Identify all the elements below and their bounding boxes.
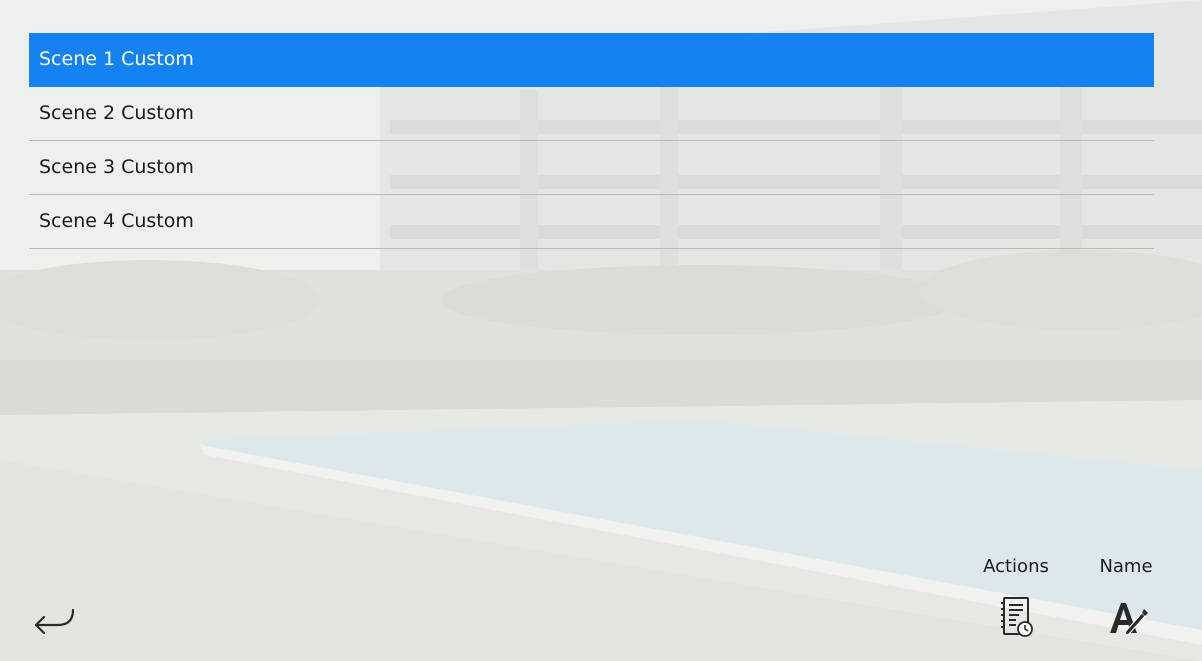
scene-item-4[interactable]: Scene 4 Custom bbox=[29, 195, 1154, 249]
schedule-list-icon bbox=[1001, 597, 1033, 637]
name-label: Name bbox=[1099, 556, 1153, 577]
rename-pencil-icon bbox=[1110, 603, 1148, 636]
return-arrow-icon bbox=[34, 608, 75, 635]
scene-settings-screen: Scene 1 Custom Scene 2 Custom Scene 3 Cu… bbox=[0, 0, 1202, 661]
scene-item-1[interactable]: Scene 1 Custom bbox=[29, 33, 1154, 87]
name-button[interactable]: Name bbox=[1081, 553, 1171, 639]
scene-item-3[interactable]: Scene 3 Custom bbox=[29, 141, 1154, 195]
back-button[interactable] bbox=[28, 600, 78, 640]
actions-label: Actions bbox=[983, 556, 1049, 577]
actions-button[interactable]: Actions bbox=[971, 553, 1061, 639]
scene-list: Scene 1 Custom Scene 2 Custom Scene 3 Cu… bbox=[29, 33, 1154, 249]
scene-item-2[interactable]: Scene 2 Custom bbox=[29, 87, 1154, 141]
